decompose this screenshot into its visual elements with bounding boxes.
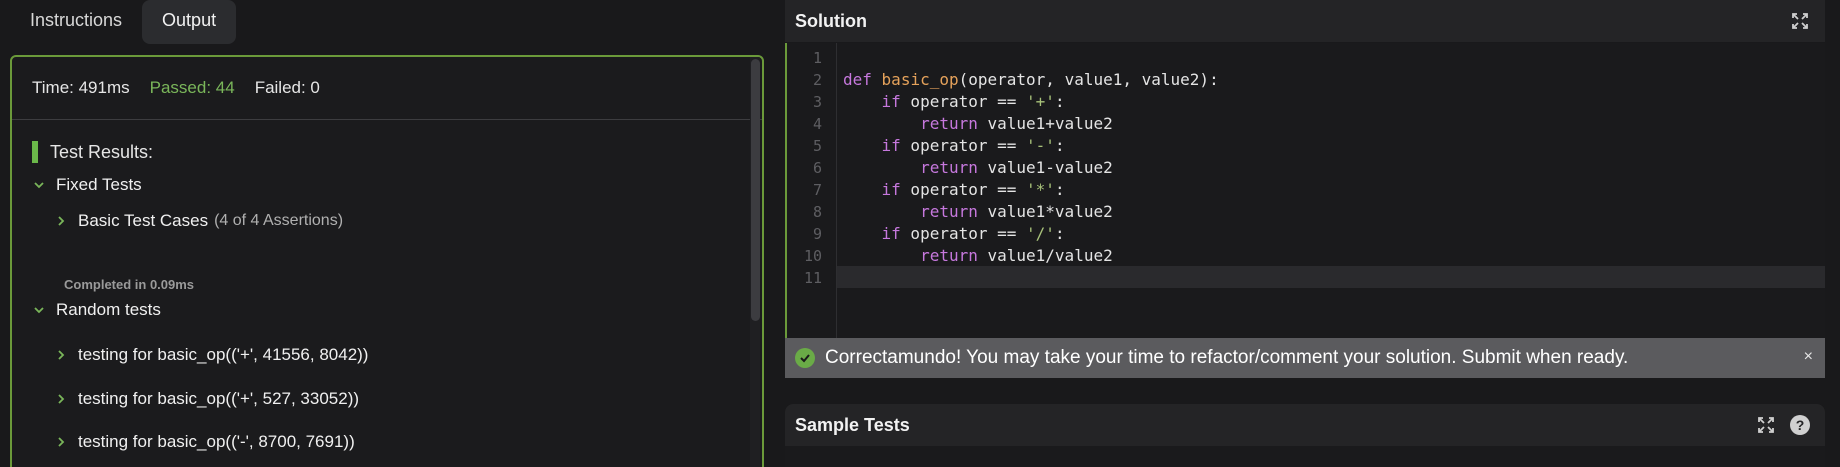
group-random-tests[interactable]: Random tests [32,300,161,320]
keyword-if: if [881,180,901,199]
code-line: if operator == '+': [843,92,1065,111]
code-expression: value1+value2 [977,114,1113,133]
check-circle-icon [795,348,815,368]
case-basic-test-cases[interactable]: Basic Test Cases (4 of 4 Assertions) [54,211,343,231]
help-icon-glyph: ? [1790,415,1810,435]
close-icon[interactable]: × [1804,348,1813,366]
code-expression: value1-value2 [977,158,1113,177]
success-notice-text: Correctamundo! You may take your time to… [825,347,1629,368]
passed-stat: Passed: 44 [149,78,235,97]
output-scrollbar-thumb[interactable] [751,59,760,321]
keyword-return: return [920,202,978,221]
line-number: 11 [803,269,822,287]
group-fixed-tests[interactable]: Fixed Tests [32,175,142,195]
keyword-def: def [843,70,872,89]
string-literal: '*' [1026,180,1055,199]
code-line: def basic_op(operator, value1, value2): [843,70,1219,89]
results-accent-bar [32,141,38,163]
group-fixed-tests-label: Fixed Tests [56,175,142,194]
code-line: return value1-value2 [843,158,1113,177]
line-number: 9 [812,225,822,243]
code-colon: : [1054,180,1065,199]
code-line: return value1+value2 [843,114,1113,133]
group-random-tests-label: Random tests [56,300,161,319]
chevron-right-icon [54,348,68,362]
random-test-label: testing for basic_op(('+', 41556, 8042)) [78,345,369,364]
code-line: return value1/value2 [843,246,1113,265]
solution-header: Solution [785,0,1825,42]
time-stat: Time: 491ms [32,78,130,97]
fullscreen-icon[interactable] [1755,414,1777,436]
chevron-right-icon [54,435,68,449]
random-test-item[interactable]: testing for basic_op(('+', 41556, 8042)) [54,345,368,365]
test-summary: Time: 491ms Passed: 44 Failed: 0 [12,57,762,120]
keyword-if: if [881,92,901,111]
tab-bar: Instructions Output [10,0,237,44]
left-pane: Instructions Output Time: 491ms Passed: … [0,0,774,467]
random-test-item[interactable]: testing for basic_op(('+', 527, 33052)) [54,389,359,409]
code-params: (operator, value1, value2): [958,70,1219,89]
line-number: 8 [812,203,822,221]
help-icon[interactable]: ? [1789,414,1811,436]
sample-tests-editor[interactable] [785,449,1825,467]
keyword-if: if [881,136,901,155]
right-pane: Solution 1 2 3 4 5 6 7 8 9 10 11 def bas… [785,0,1825,467]
test-results-header: Test Results: [32,141,153,163]
sample-tests-panel: Sample Tests ? [785,404,1825,467]
case-basic-label: Basic Test Cases [78,211,209,230]
code-condition: operator == [900,180,1027,199]
random-test-label: testing for basic_op(('+', 527, 33052)) [78,389,360,408]
output-panel: Time: 491ms Passed: 44 Failed: 0 Test Re… [10,55,764,467]
line-number: 1 [812,49,822,67]
chevron-down-icon [32,178,46,192]
code-condition: operator == [900,92,1027,111]
string-literal: '/' [1026,224,1055,243]
code-line: if operator == '*': [843,180,1065,199]
sample-tests-header: Sample Tests ? [785,404,1825,446]
string-literal: '+' [1026,92,1055,111]
chevron-right-icon [54,214,68,228]
line-number: 6 [812,159,822,177]
code-colon: : [1054,92,1065,111]
code-condition: operator == [900,136,1027,155]
code-expression: value1/value2 [977,246,1113,265]
code-condition: operator == [900,224,1027,243]
case-basic-assertions: (4 of 4 Assertions) [214,212,344,229]
line-number: 7 [812,181,822,199]
code-line: return value1*value2 [843,202,1113,221]
chevron-right-icon [54,392,68,406]
string-literal: '-' [1026,136,1055,155]
keyword-return: return [920,158,978,177]
random-test-item[interactable]: testing for basic_op(('-', 8700, 7691)) [54,432,355,452]
completed-time: Completed in 0.09ms [64,277,195,292]
code-colon: : [1054,224,1065,243]
fullscreen-icon[interactable] [1789,10,1811,32]
line-number: 5 [812,137,822,155]
solution-title: Solution [795,10,867,31]
tab-output[interactable]: Output [142,0,237,44]
active-line-highlight [837,266,1825,288]
code-line: if operator == '/': [843,224,1065,243]
code-line: if operator == '-': [843,136,1065,155]
function-name: basic_op [881,70,959,89]
line-number-gutter: 1 2 3 4 5 6 7 8 9 10 11 [787,43,837,338]
keyword-if: if [881,224,901,243]
chevron-down-icon [32,303,46,317]
test-results-title: Test Results: [50,141,154,162]
success-notice: Correctamundo! You may take your time to… [785,338,1825,378]
random-test-label: testing for basic_op(('-', 8700, 7691)) [78,432,355,451]
line-number: 2 [812,71,822,89]
code-colon: : [1054,136,1065,155]
tab-instructions[interactable]: Instructions [10,0,142,44]
solution-code-editor[interactable]: 1 2 3 4 5 6 7 8 9 10 11 def basic_op(ope… [785,43,1825,338]
code-expression: value1*value2 [977,202,1113,221]
failed-stat: Failed: 0 [254,78,320,97]
sample-tests-title: Sample Tests [795,414,910,435]
line-number: 10 [803,247,822,265]
line-number: 3 [812,93,822,111]
keyword-return: return [920,114,978,133]
keyword-return: return [920,246,978,265]
line-number: 4 [812,115,822,133]
